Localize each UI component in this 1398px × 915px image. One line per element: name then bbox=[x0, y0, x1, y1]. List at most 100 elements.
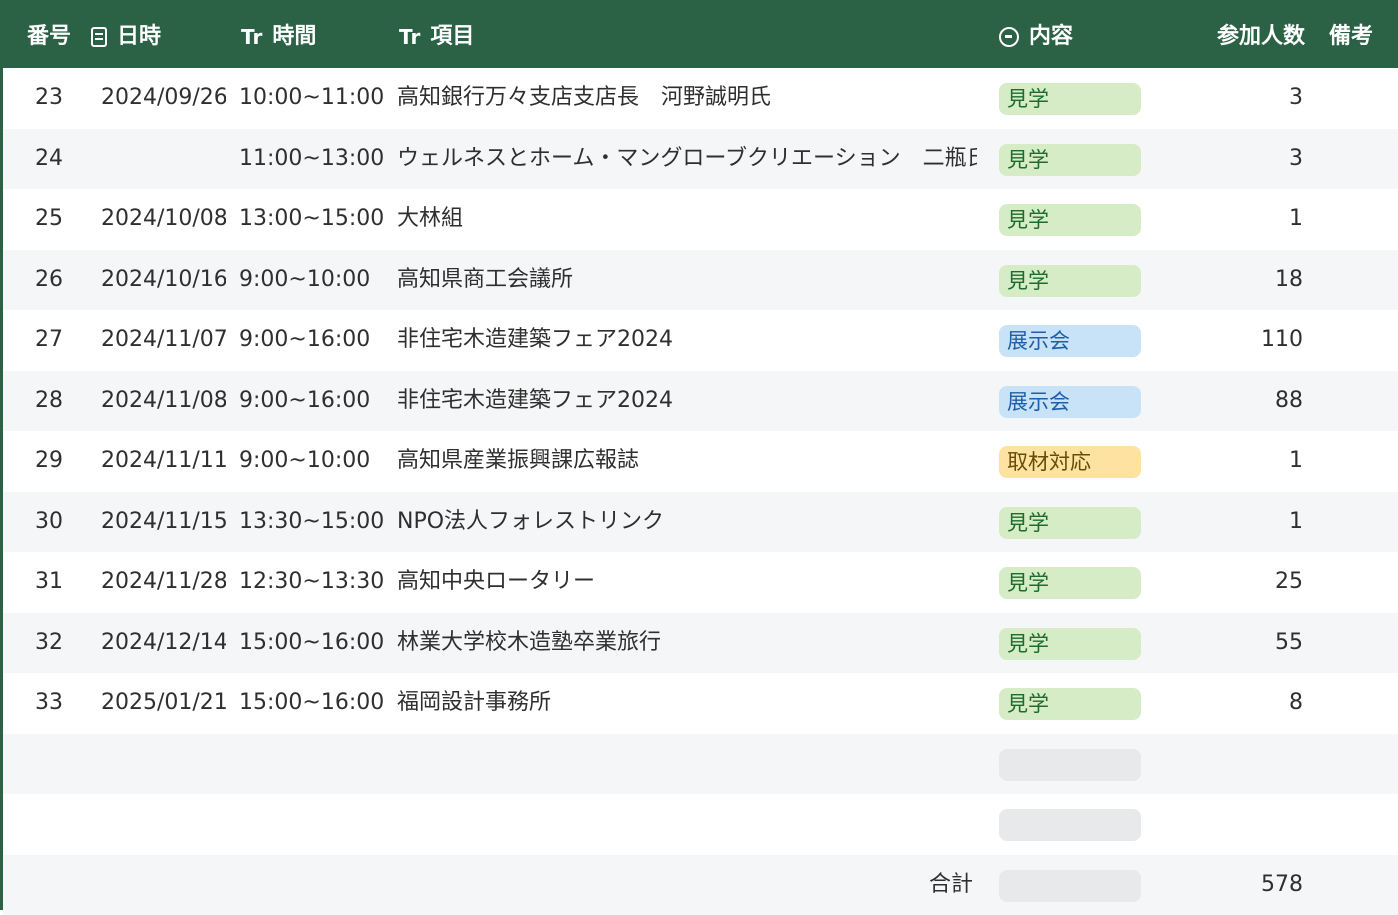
cell-time[interactable]: 11:00~13:00 bbox=[239, 129, 384, 190]
cell-num[interactable]: 29 bbox=[9, 431, 89, 492]
cell-item[interactable]: 高知銀行万々支店支店長 河野誠明氏 bbox=[397, 68, 977, 129]
cell-time[interactable]: 15:00~16:00 bbox=[239, 673, 384, 734]
cell-item[interactable]: NPO法人フォレストリンク bbox=[397, 492, 977, 553]
cell-item[interactable]: 福岡設計事務所 bbox=[397, 673, 977, 734]
column-header-date[interactable]: 日時 bbox=[91, 6, 231, 68]
table-row[interactable]: 29 2024/11/11 9:00~10:00 高知県産業振興課広報誌 取材対… bbox=[3, 431, 1398, 492]
cell-count[interactable]: 25 bbox=[1183, 552, 1303, 613]
cell-note[interactable] bbox=[1321, 673, 1396, 734]
cell-item[interactable]: 林業大学校木造塾卒業旅行 bbox=[397, 613, 977, 674]
cell-num[interactable]: 27 bbox=[9, 310, 89, 371]
cell-count[interactable]: 1 bbox=[1183, 492, 1303, 553]
cell-content[interactable]: 展示会 bbox=[999, 371, 1141, 432]
cell-time[interactable]: 10:00~11:00 bbox=[239, 68, 384, 129]
cell-note[interactable] bbox=[1321, 613, 1396, 674]
table-row[interactable]: 31 2024/11/28 12:30~13:30 高知中央ロータリー 見学 2… bbox=[3, 552, 1398, 613]
table-row[interactable]: 30 2024/11/15 13:30~15:00 NPO法人フォレストリンク … bbox=[3, 492, 1398, 553]
cell-note[interactable] bbox=[1321, 431, 1396, 492]
cell-num[interactable]: 32 bbox=[9, 613, 89, 674]
cell-note[interactable] bbox=[1321, 250, 1396, 311]
cell-content[interactable]: 展示会 bbox=[999, 310, 1141, 371]
cell-count[interactable]: 3 bbox=[1183, 129, 1303, 190]
table-row[interactable]: 23 2024/09/26 10:00~11:00 高知銀行万々支店支店長 河野… bbox=[3, 68, 1398, 129]
cell-item[interactable]: 高知県産業振興課広報誌 bbox=[397, 431, 977, 492]
cell-content[interactable]: 見学 bbox=[999, 68, 1141, 129]
cell-num[interactable]: 24 bbox=[9, 129, 89, 190]
cell-note[interactable] bbox=[1321, 371, 1396, 432]
cell-item[interactable]: 非住宅木造建築フェア2024 bbox=[397, 310, 977, 371]
cell-time[interactable]: 13:00~15:00 bbox=[239, 189, 384, 250]
cell-num[interactable]: 23 bbox=[9, 68, 89, 129]
cell-date[interactable]: 2024/11/11 bbox=[101, 431, 226, 492]
cell-time[interactable]: 13:30~15:00 bbox=[239, 492, 384, 553]
table-row[interactable]: 27 2024/11/07 9:00~16:00 非住宅木造建築フェア2024 … bbox=[3, 310, 1398, 371]
table-row[interactable]: 25 2024/10/08 13:00~15:00 大林組 見学 1 bbox=[3, 189, 1398, 250]
cell-content[interactable]: 見学 bbox=[999, 250, 1141, 311]
cell-item[interactable] bbox=[397, 734, 977, 795]
cell-note[interactable] bbox=[1321, 552, 1396, 613]
cell-time[interactable] bbox=[239, 734, 384, 795]
cell-date[interactable]: 2024/11/15 bbox=[101, 492, 226, 553]
cell-count[interactable]: 3 bbox=[1183, 68, 1303, 129]
column-header-count[interactable]: 参加人数 bbox=[1183, 6, 1305, 68]
cell-time[interactable]: 12:30~13:30 bbox=[239, 552, 384, 613]
cell-date[interactable]: 2025/01/21 bbox=[101, 673, 226, 734]
cell-time[interactable] bbox=[239, 794, 384, 855]
table-row[interactable]: 33 2025/01/21 15:00~16:00 福岡設計事務所 見学 8 bbox=[3, 673, 1398, 734]
cell-count[interactable]: 1 bbox=[1183, 189, 1303, 250]
column-header-time[interactable]: Tr 時間 bbox=[241, 6, 381, 68]
cell-time[interactable]: 9:00~16:00 bbox=[239, 310, 384, 371]
column-header-note[interactable]: 備考 bbox=[1329, 6, 1397, 68]
cell-date[interactable] bbox=[101, 129, 226, 190]
cell-time[interactable]: 15:00~16:00 bbox=[239, 613, 384, 674]
cell-count[interactable]: 110 bbox=[1183, 310, 1303, 371]
table-row-empty[interactable] bbox=[3, 794, 1398, 855]
table-row[interactable]: 26 2024/10/16 9:00~10:00 高知県商工会議所 見学 18 bbox=[3, 250, 1398, 311]
cell-content[interactable]: 見学 bbox=[999, 673, 1141, 734]
cell-num[interactable]: 33 bbox=[9, 673, 89, 734]
cell-note[interactable] bbox=[1321, 68, 1396, 129]
cell-date[interactable] bbox=[101, 794, 226, 855]
cell-num[interactable]: 26 bbox=[9, 250, 89, 311]
cell-item[interactable]: 大林組 bbox=[397, 189, 977, 250]
cell-item[interactable]: 非住宅木造建築フェア2024 bbox=[397, 371, 977, 432]
cell-date[interactable]: 2024/11/08 bbox=[101, 371, 226, 432]
cell-note[interactable] bbox=[1321, 189, 1396, 250]
cell-content[interactable]: 見学 bbox=[999, 129, 1141, 190]
cell-date[interactable] bbox=[101, 734, 226, 795]
cell-count[interactable]: 88 bbox=[1183, 371, 1303, 432]
cell-count[interactable]: 55 bbox=[1183, 613, 1303, 674]
cell-time[interactable]: 9:00~16:00 bbox=[239, 371, 384, 432]
cell-date[interactable]: 2024/10/08 bbox=[101, 189, 226, 250]
cell-num[interactable]: 25 bbox=[9, 189, 89, 250]
cell-item[interactable]: 高知中央ロータリー bbox=[397, 552, 977, 613]
cell-content[interactable]: 取材対応 bbox=[999, 431, 1141, 492]
cell-item[interactable] bbox=[397, 794, 977, 855]
cell-date[interactable]: 2024/10/16 bbox=[101, 250, 226, 311]
cell-content[interactable]: 見学 bbox=[999, 189, 1141, 250]
cell-date[interactable]: 2024/09/26 bbox=[101, 68, 226, 129]
table-row-empty[interactable] bbox=[3, 734, 1398, 795]
cell-content[interactable] bbox=[999, 734, 1141, 795]
cell-num[interactable] bbox=[9, 734, 89, 795]
cell-num[interactable]: 31 bbox=[9, 552, 89, 613]
table-row[interactable]: 32 2024/12/14 15:00~16:00 林業大学校木造塾卒業旅行 見… bbox=[3, 613, 1398, 674]
cell-date[interactable]: 2024/12/14 bbox=[101, 613, 226, 674]
cell-note[interactable] bbox=[1321, 492, 1396, 553]
cell-count[interactable]: 8 bbox=[1183, 673, 1303, 734]
cell-num[interactable]: 28 bbox=[9, 371, 89, 432]
cell-count[interactable] bbox=[1183, 734, 1303, 795]
cell-content[interactable]: 見学 bbox=[999, 492, 1141, 553]
cell-date[interactable]: 2024/11/07 bbox=[101, 310, 226, 371]
cell-note[interactable] bbox=[1321, 794, 1396, 855]
column-header-num[interactable]: 番号 bbox=[9, 6, 89, 68]
cell-note[interactable] bbox=[1321, 734, 1396, 795]
cell-note[interactable] bbox=[1321, 310, 1396, 371]
cell-content[interactable] bbox=[999, 794, 1141, 855]
cell-date[interactable]: 2024/11/28 bbox=[101, 552, 226, 613]
cell-item[interactable]: 高知県商工会議所 bbox=[397, 250, 977, 311]
cell-num[interactable] bbox=[9, 794, 89, 855]
column-header-item[interactable]: Tr 項目 bbox=[399, 6, 599, 68]
cell-item[interactable]: ウェルネスとホーム・マングローブクリエーション 二瓶氏 bbox=[397, 129, 977, 190]
cell-num[interactable]: 30 bbox=[9, 492, 89, 553]
